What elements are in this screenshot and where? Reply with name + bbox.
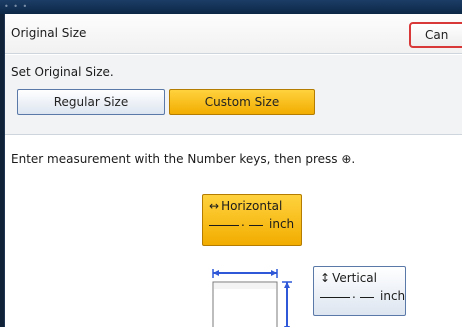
horizontal-label: Horizontal [221, 199, 283, 213]
custom-size-label: Custom Size [204, 95, 280, 109]
vertical-key[interactable]: ↕ Vertical . inch [313, 266, 406, 316]
set-size-section: Set Original Size. Regular Size Custom S… [5, 55, 462, 135]
horizontal-integer-blank [209, 225, 239, 226]
vertical-label: Vertical [332, 271, 377, 285]
vertical-title: ↕ Vertical [320, 271, 377, 285]
horizontal-decimal-point: . [241, 215, 245, 229]
regular-size-button[interactable]: Regular Size [17, 89, 165, 115]
horizontal-key[interactable]: ↔ Horizontal . inch [202, 194, 302, 246]
custom-size-button[interactable]: Custom Size [169, 89, 315, 115]
header-bar: Original Size Can [5, 14, 462, 54]
horizontal-fraction-blank [249, 225, 263, 226]
vertical-unit: inch [380, 289, 406, 303]
vertical-arrow-icon: ↕ [320, 271, 331, 285]
horizontal-unit: inch [269, 217, 295, 231]
set-size-label: Set Original Size. [11, 65, 114, 79]
vertical-decimal-point: . [352, 287, 356, 301]
cancel-button[interactable]: Can [409, 22, 462, 48]
original-size-panel: Original Size Can Set Original Size. Reg… [4, 14, 462, 327]
instruction-text: Enter measurement with the Number keys, … [11, 152, 356, 166]
window-top-bar: • • • [0, 0, 462, 14]
vertical-integer-blank [320, 297, 350, 298]
topbar-decoration: • • • [4, 2, 29, 11]
paper-dimension-icon [212, 269, 292, 327]
horizontal-arrow-icon: ↔ [209, 199, 220, 213]
page-title: Original Size [11, 26, 87, 40]
regular-size-label: Regular Size [53, 95, 129, 109]
horizontal-title: ↔ Horizontal [209, 199, 282, 213]
vertical-fraction-blank [360, 297, 374, 298]
